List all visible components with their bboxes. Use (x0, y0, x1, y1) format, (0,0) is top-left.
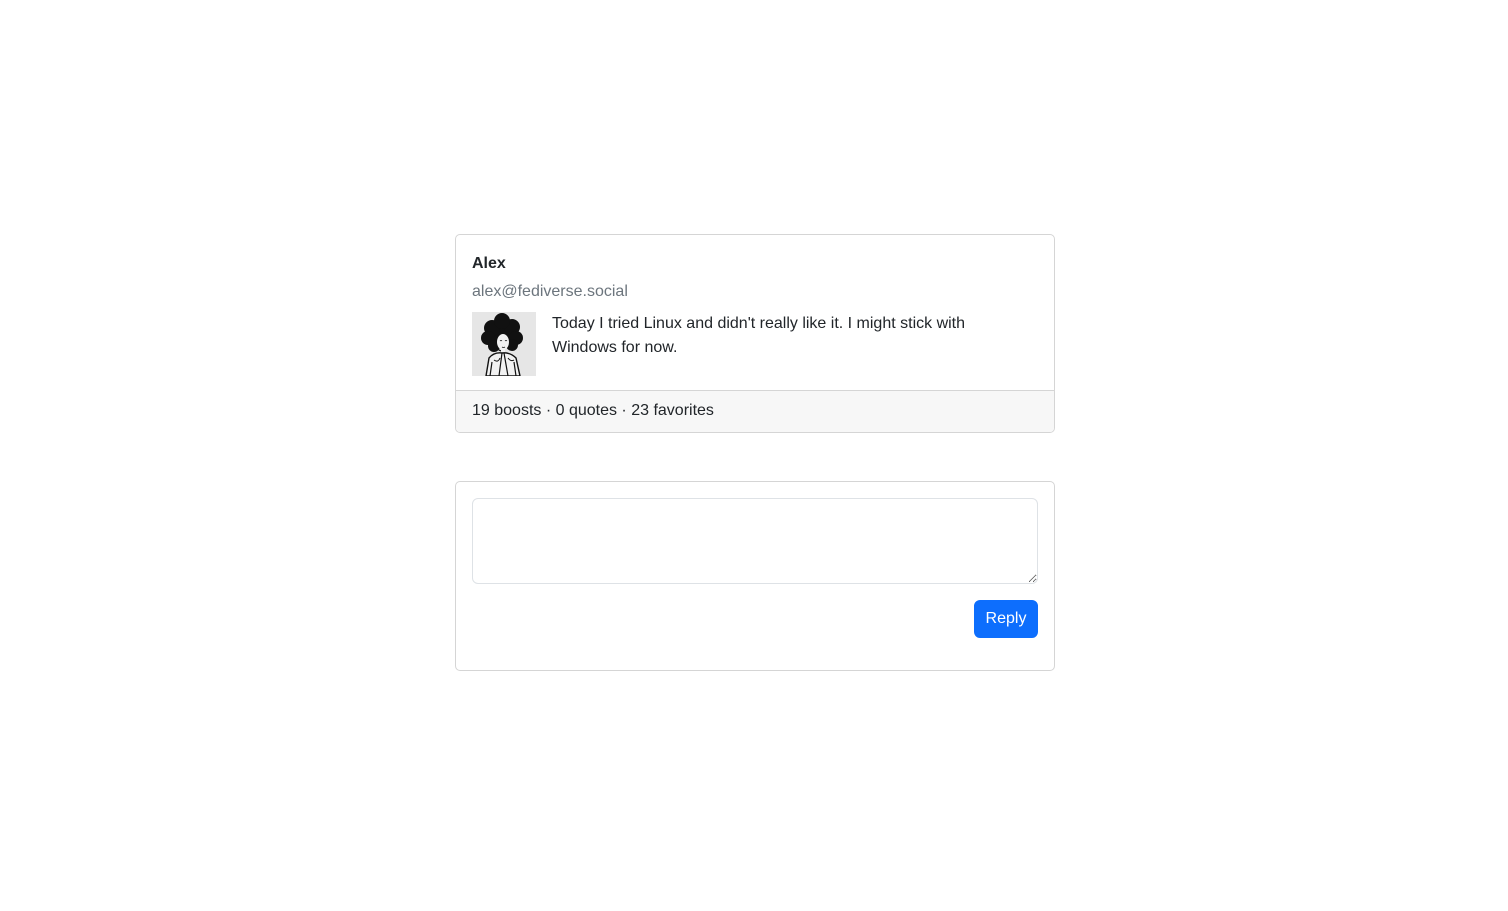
author-handle: alex@fediverse.social (472, 283, 628, 300)
post-text: Today I tried Linux and didn't really li… (552, 315, 966, 356)
post-stats: 19 boosts · 0 quotes · 23 favorites (456, 390, 1054, 432)
person-avatar-icon (472, 312, 536, 376)
reply-textarea[interactable] (472, 498, 1038, 584)
post-card: Alex alex@fediverse.social Today I tried… (455, 234, 1055, 433)
avatar (472, 312, 536, 376)
post-content-row: Today I tried Linux and didn't really li… (472, 312, 1038, 376)
author-name: Alex (472, 255, 506, 272)
post-body: Alex alex@fediverse.social Today I tried… (456, 235, 1054, 392)
reply-card: Reply (455, 481, 1055, 671)
reply-button[interactable]: Reply (974, 600, 1038, 638)
